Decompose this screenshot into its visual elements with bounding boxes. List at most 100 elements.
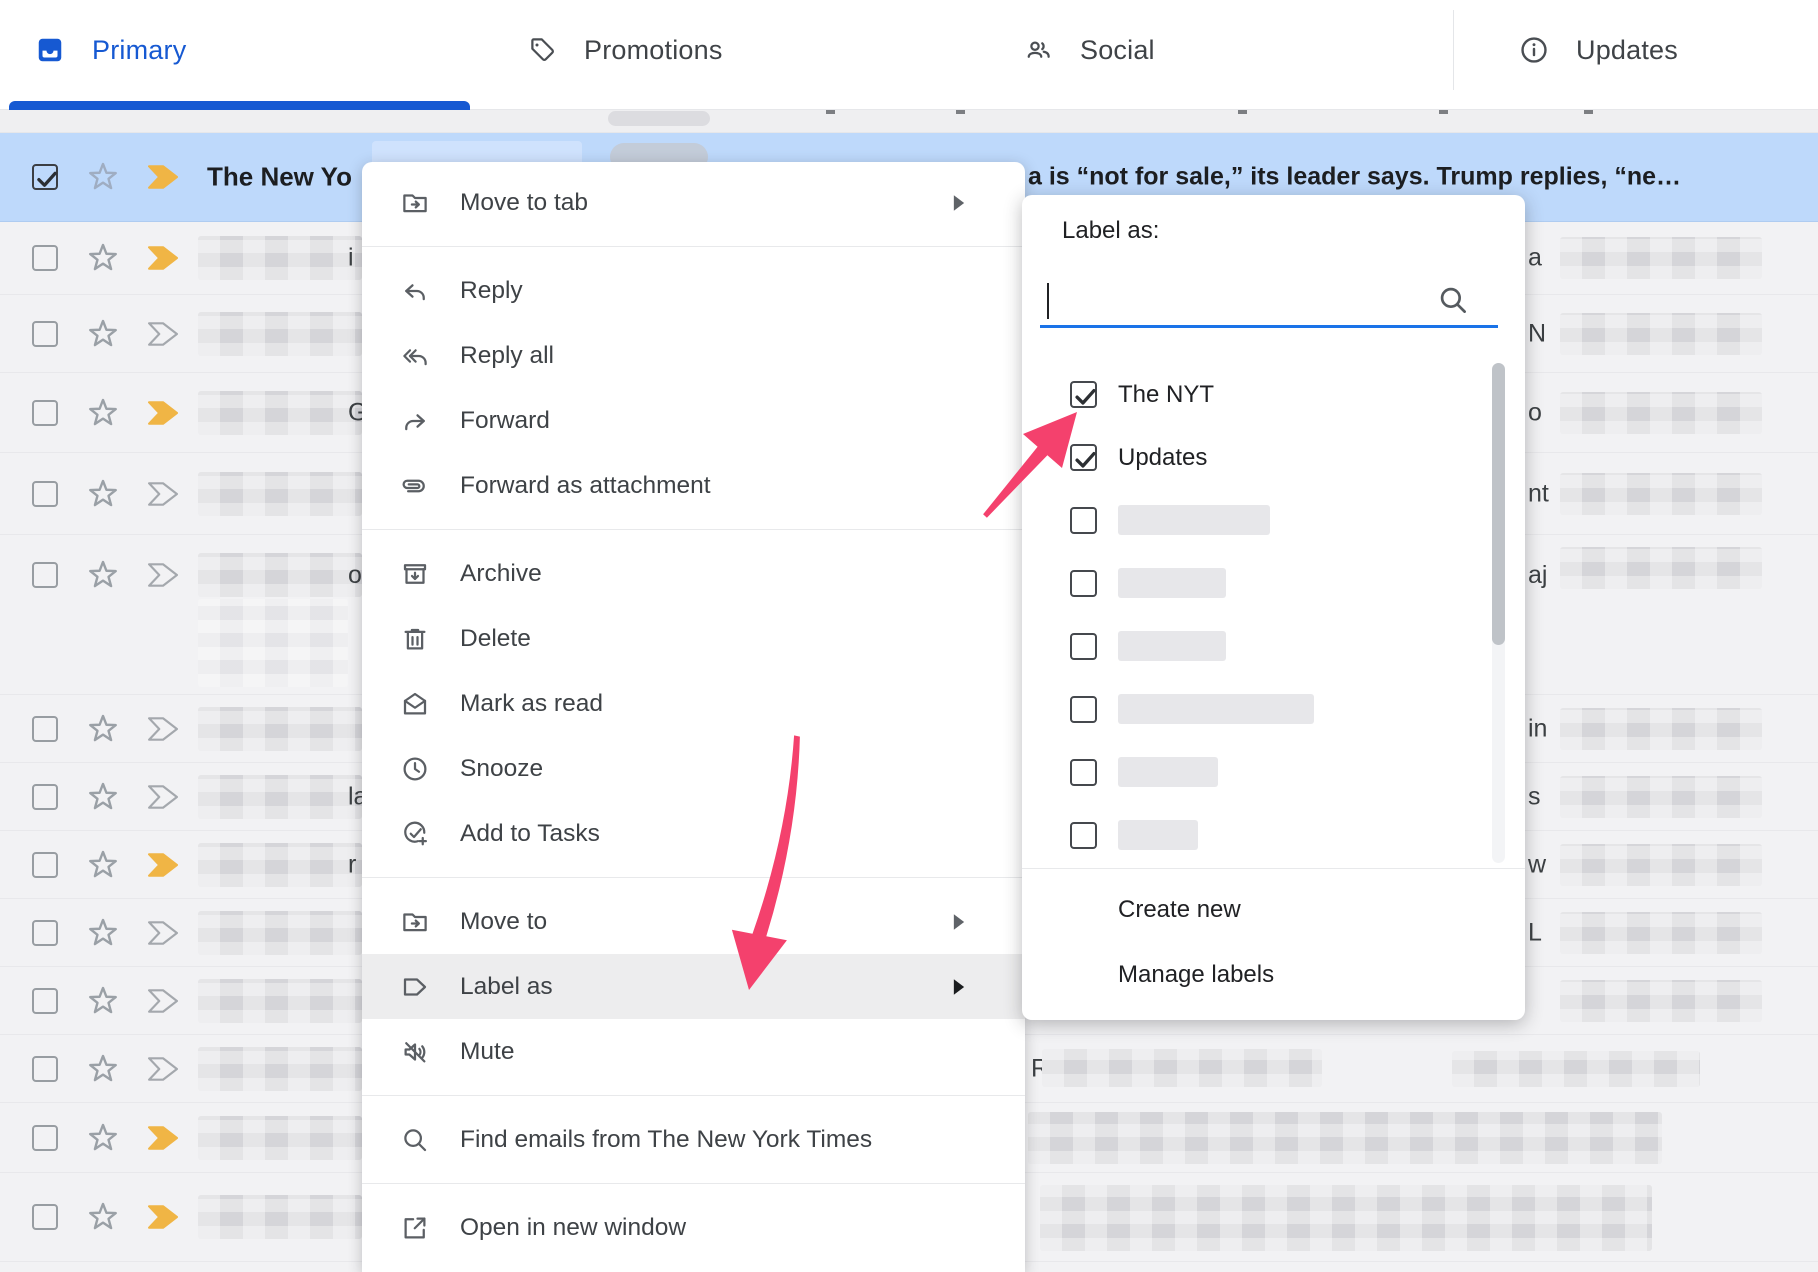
label-option-redacted[interactable]	[1022, 678, 1525, 741]
star-icon[interactable]	[86, 477, 120, 511]
email-checkbox[interactable]	[32, 716, 58, 742]
menu-item-add-to-tasks[interactable]: Add to Tasks	[362, 801, 1025, 866]
search-icon	[1436, 283, 1470, 317]
menu-item-mute[interactable]: Mute	[362, 1019, 1025, 1084]
inbox-icon	[34, 34, 66, 66]
redacted-label-name	[1118, 694, 1314, 724]
redacted-snippet-block	[1560, 473, 1762, 515]
menu-item-delete[interactable]: Delete	[362, 606, 1025, 671]
label-option-redacted[interactable]	[1022, 804, 1525, 867]
manage-labels-button[interactable]: Manage labels	[1118, 961, 1274, 989]
checkbox-unchecked[interactable]	[1070, 507, 1097, 534]
star-icon[interactable]	[86, 916, 120, 950]
checkbox-checked[interactable]	[1070, 381, 1097, 408]
create-new-label-button[interactable]: Create new	[1118, 896, 1241, 924]
email-checkbox[interactable]	[32, 1125, 58, 1151]
label-option-the-nyt[interactable]: The NYT	[1022, 363, 1525, 426]
checkbox-unchecked[interactable]	[1070, 759, 1097, 786]
redacted-sender-block	[198, 553, 362, 597]
email-checkbox[interactable]	[32, 481, 58, 507]
menu-divider	[362, 1095, 1025, 1096]
menu-item-mark-as-read[interactable]: Mark as read	[362, 671, 1025, 736]
importance-marker-icon[interactable]	[148, 401, 178, 425]
checkbox-unchecked[interactable]	[1070, 822, 1097, 849]
importance-marker-icon[interactable]	[148, 482, 178, 506]
checkbox-unchecked[interactable]	[1070, 633, 1097, 660]
menu-item-find-emails-from-the-new-york-times[interactable]: Find emails from The New York Times	[362, 1107, 1025, 1172]
label-option-updates[interactable]: Updates	[1022, 426, 1525, 489]
checkbox-unchecked[interactable]	[1070, 696, 1097, 723]
label-option-redacted[interactable]	[1022, 489, 1525, 552]
menu-item-archive[interactable]: Archive	[362, 541, 1025, 606]
tab-social[interactable]: Social	[1022, 0, 1155, 100]
redacted-sender-block	[198, 1116, 362, 1160]
star-icon[interactable]	[86, 1121, 120, 1155]
star-icon[interactable]	[86, 780, 120, 814]
menu-item-move-to-tab[interactable]: Move to tab	[362, 170, 1025, 235]
tab-promotions[interactable]: Promotions	[526, 0, 723, 100]
email-checkbox[interactable]	[32, 852, 58, 878]
redacted-label-name	[1118, 631, 1226, 661]
menu-item-forward[interactable]: Forward	[362, 388, 1025, 453]
text-caret	[1047, 283, 1049, 319]
tab-updates[interactable]: Updates	[1518, 0, 1678, 100]
email-checkbox-checked[interactable]	[32, 164, 58, 190]
menu-item-snooze[interactable]: Snooze	[362, 736, 1025, 801]
forward-icon	[400, 406, 430, 436]
menu-item-reply-all[interactable]: Reply all	[362, 323, 1025, 388]
text-fragment: a	[1528, 244, 1542, 273]
label-option-redacted[interactable]	[1022, 615, 1525, 678]
text-fragment: N	[1528, 319, 1546, 348]
star-icon[interactable]	[86, 984, 120, 1018]
star-icon[interactable]	[86, 712, 120, 746]
label-option-redacted[interactable]	[1022, 741, 1525, 804]
star-icon[interactable]	[86, 558, 120, 592]
email-subject: a is “not for sale,” its leader says. Tr…	[1028, 163, 1681, 192]
menu-item-move-to[interactable]: Move to	[362, 889, 1025, 954]
star-icon[interactable]	[86, 396, 120, 430]
menu-item-forward-as-attachment[interactable]: Forward as attachment	[362, 453, 1025, 518]
email-checkbox[interactable]	[32, 784, 58, 810]
importance-marker-icon[interactable]	[148, 1057, 178, 1081]
importance-marker-icon[interactable]	[148, 1126, 178, 1150]
importance-marker-icon[interactable]	[148, 1205, 178, 1229]
redacted-snippet-block	[1560, 980, 1762, 1022]
menu-item-label-as[interactable]: Label as	[362, 954, 1025, 1019]
star-icon[interactable]	[86, 241, 120, 275]
importance-marker-icon[interactable]	[148, 563, 178, 587]
importance-marker-icon[interactable]	[148, 322, 178, 346]
tab-primary[interactable]: Primary	[34, 0, 186, 100]
menu-item-reply[interactable]: Reply	[362, 258, 1025, 323]
importance-marker-icon[interactable]	[148, 853, 178, 877]
email-checkbox[interactable]	[32, 562, 58, 588]
importance-marker-icon[interactable]	[148, 717, 178, 741]
chevron-right-icon	[951, 913, 967, 931]
star-icon[interactable]	[86, 317, 120, 351]
email-checkbox[interactable]	[32, 321, 58, 347]
menu-divider	[362, 246, 1025, 247]
label-search-input[interactable]	[1040, 267, 1498, 328]
importance-marker-icon[interactable]	[148, 246, 178, 270]
menu-item-open-in-new-window[interactable]: Open in new window	[362, 1195, 1025, 1260]
importance-marker-icon[interactable]	[148, 921, 178, 945]
menu-item-label: Reply all	[460, 342, 554, 370]
email-checkbox[interactable]	[32, 400, 58, 426]
importance-marker-icon[interactable]	[148, 989, 178, 1013]
email-checkbox[interactable]	[32, 1204, 58, 1230]
checkbox-unchecked[interactable]	[1070, 570, 1097, 597]
star-icon[interactable]	[86, 848, 120, 882]
tab-divider	[1453, 10, 1454, 90]
importance-marker-icon[interactable]	[148, 165, 178, 189]
email-checkbox[interactable]	[32, 245, 58, 271]
email-checkbox[interactable]	[32, 988, 58, 1014]
star-icon[interactable]	[86, 1052, 120, 1086]
email-checkbox[interactable]	[32, 920, 58, 946]
star-icon[interactable]	[86, 1200, 120, 1234]
email-checkbox[interactable]	[32, 1056, 58, 1082]
scrollbar-track[interactable]	[1492, 363, 1505, 863]
star-icon[interactable]	[86, 160, 120, 194]
importance-marker-icon[interactable]	[148, 785, 178, 809]
checkbox-checked[interactable]	[1070, 444, 1097, 471]
label-option-redacted[interactable]	[1022, 552, 1525, 615]
scrollbar-thumb[interactable]	[1492, 363, 1505, 645]
